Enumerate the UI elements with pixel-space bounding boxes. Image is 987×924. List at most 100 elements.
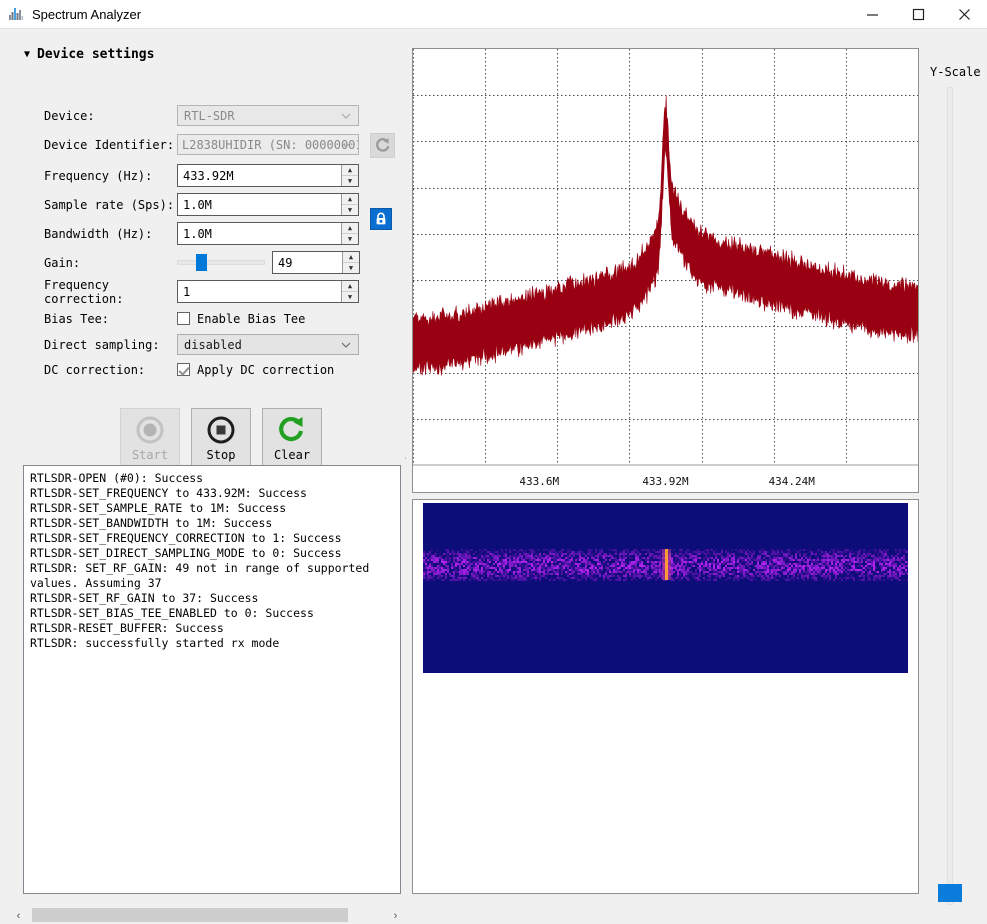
direct-sampling-label: Direct sampling: xyxy=(44,338,177,352)
y-scale-slider-handle[interactable] xyxy=(938,884,962,902)
frequency-correction-stepper[interactable]: ▲ ▼ xyxy=(341,281,358,302)
bandwidth-label: Bandwidth (Hz): xyxy=(44,227,177,241)
spectrum-bars-icon xyxy=(8,6,24,22)
gain-stepper[interactable]: ▲ ▼ xyxy=(342,252,359,273)
scroll-left-arrow-icon[interactable]: ‹ xyxy=(10,907,27,924)
bandwidth-value: 1.0M xyxy=(178,223,341,244)
gain-slider-groove xyxy=(177,260,265,265)
stop-square-icon xyxy=(206,415,236,445)
start-button[interactable]: Start xyxy=(120,408,180,468)
link-sample-rate-bandwidth-button[interactable] xyxy=(370,208,392,230)
stepper-down-icon[interactable]: ▼ xyxy=(342,234,358,245)
waterfall-peak-line xyxy=(662,549,671,580)
stepper-down-icon[interactable]: ▼ xyxy=(342,176,358,187)
bias-tee-checkbox[interactable]: Enable Bias Tee xyxy=(177,312,305,326)
checkbox-box[interactable] xyxy=(177,363,190,376)
bandwidth-stepper[interactable]: ▲ ▼ xyxy=(341,223,358,244)
device-identifier-row: Device Identifier: L2838UHIDIR (SN: 0000… xyxy=(44,134,359,155)
device-identifier-label: Device Identifier: xyxy=(44,138,177,152)
device-identifier-value: L2838UHIDIR (SN: 00000001) xyxy=(182,138,358,152)
scroll-right-arrow-icon[interactable]: › xyxy=(387,907,404,924)
waterfall-panel[interactable] xyxy=(412,499,919,894)
gain-slider[interactable] xyxy=(177,252,265,273)
gain-row: Gain: 49 ▲ ▼ xyxy=(44,252,360,273)
frequency-row: Frequency (Hz): 433.92M ▲ ▼ xyxy=(44,165,359,186)
window-title: Spectrum Analyzer xyxy=(32,7,849,22)
stop-button-label: Stop xyxy=(207,448,236,462)
stepper-up-icon[interactable]: ▲ xyxy=(342,165,358,176)
spectrum-plot-svg: 433.6M433.92M434.24M xyxy=(413,49,918,492)
horizontal-scrollbar[interactable]: ‹ › xyxy=(10,907,404,924)
sample-rate-input[interactable]: 1.0M ▲ ▼ xyxy=(177,193,359,216)
direct-sampling-select[interactable]: disabled xyxy=(177,334,359,355)
device-settings-panel: ▼ Device settings Device: RTL-SDR Device… xyxy=(0,29,404,459)
clear-button[interactable]: Clear xyxy=(262,408,322,468)
record-circle-icon xyxy=(135,415,165,445)
frequency-label: Frequency (Hz): xyxy=(44,169,177,183)
frequency-correction-label: Frequency correction: xyxy=(44,278,177,306)
frequency-correction-input[interactable]: 1 ▲ ▼ xyxy=(177,280,359,303)
sample-rate-row: Sample rate (Sps): 1.0M ▲ ▼ xyxy=(44,194,359,215)
log-output[interactable]: RTLSDR-OPEN (#0): Success RTLSDR-SET_FRE… xyxy=(23,465,401,894)
panel-divider xyxy=(405,457,406,459)
maximize-button[interactable] xyxy=(895,0,941,28)
y-scale-slider[interactable] xyxy=(944,87,956,905)
device-settings-group-header[interactable]: ▼ Device settings xyxy=(24,47,154,62)
stepper-down-icon[interactable]: ▼ xyxy=(342,292,358,303)
bandwidth-row: Bandwidth (Hz): 1.0M ▲ ▼ xyxy=(44,223,359,244)
refresh-devices-button[interactable] xyxy=(370,133,395,158)
dc-correction-row: DC correction: Apply DC correction xyxy=(44,359,334,380)
dc-correction-checkbox[interactable]: Apply DC correction xyxy=(177,363,334,377)
chevron-down-icon[interactable]: ▼ xyxy=(24,50,30,60)
device-identifier-select[interactable]: L2838UHIDIR (SN: 00000001) xyxy=(177,134,359,155)
frequency-stepper[interactable]: ▲ ▼ xyxy=(341,165,358,186)
stepper-up-icon[interactable]: ▲ xyxy=(342,223,358,234)
gain-value: 49 xyxy=(273,252,342,273)
gain-slider-handle[interactable] xyxy=(196,254,207,271)
waterfall-background xyxy=(423,503,908,673)
frequency-input[interactable]: 433.92M ▲ ▼ xyxy=(177,164,359,187)
frequency-value: 433.92M xyxy=(178,165,341,186)
scrollbar-thumb[interactable] xyxy=(32,908,348,922)
bias-tee-label: Bias Tee: xyxy=(44,312,177,326)
main-body: ▼ Device settings Device: RTL-SDR Device… xyxy=(0,29,987,900)
start-button-label: Start xyxy=(132,448,168,462)
y-scale-label: Y-Scale xyxy=(930,65,981,79)
stepper-up-icon[interactable]: ▲ xyxy=(342,281,358,292)
dc-correction-checkbox-label: Apply DC correction xyxy=(197,363,334,377)
close-button[interactable] xyxy=(941,0,987,28)
stepper-up-icon[interactable]: ▲ xyxy=(343,252,359,263)
scrollbar-track[interactable] xyxy=(27,907,387,924)
minimize-button[interactable] xyxy=(849,0,895,28)
clear-button-label: Clear xyxy=(274,448,310,462)
checkbox-box[interactable] xyxy=(177,312,190,325)
title-bar: Spectrum Analyzer xyxy=(0,0,987,28)
lock-icon xyxy=(374,212,388,226)
sample-rate-label: Sample rate (Sps): xyxy=(44,198,177,212)
device-select-value: RTL-SDR xyxy=(184,109,235,123)
direct-sampling-row: Direct sampling: disabled xyxy=(44,334,359,355)
frequency-correction-row: Frequency correction: 1 ▲ ▼ xyxy=(44,281,359,302)
stepper-up-icon[interactable]: ▲ xyxy=(342,194,358,205)
bandwidth-input[interactable]: 1.0M ▲ ▼ xyxy=(177,222,359,245)
device-select[interactable]: RTL-SDR xyxy=(177,105,359,126)
gain-label: Gain: xyxy=(44,256,177,270)
x-axis-tick-label: 434.24M xyxy=(769,475,816,488)
frequency-correction-value: 1 xyxy=(178,281,341,302)
chevron-down-icon xyxy=(341,106,351,127)
log-text: RTLSDR-OPEN (#0): Success RTLSDR-SET_FRE… xyxy=(30,471,396,651)
waterfall-display[interactable] xyxy=(423,503,908,673)
sample-rate-value: 1.0M xyxy=(178,194,341,215)
chevron-down-icon xyxy=(341,135,351,156)
refresh-icon xyxy=(374,137,391,154)
device-label: Device: xyxy=(44,109,177,123)
gain-input[interactable]: 49 ▲ ▼ xyxy=(272,251,360,274)
stepper-down-icon[interactable]: ▼ xyxy=(343,263,359,274)
stop-button[interactable]: Stop xyxy=(191,408,251,468)
spectrum-plot[interactable]: 433.6M433.92M434.24M xyxy=(412,48,919,493)
dc-correction-label: DC correction: xyxy=(44,363,177,377)
stepper-down-icon[interactable]: ▼ xyxy=(342,205,358,216)
refresh-arrow-icon xyxy=(277,415,307,445)
direct-sampling-value: disabled xyxy=(184,338,242,352)
sample-rate-stepper[interactable]: ▲ ▼ xyxy=(341,194,358,215)
